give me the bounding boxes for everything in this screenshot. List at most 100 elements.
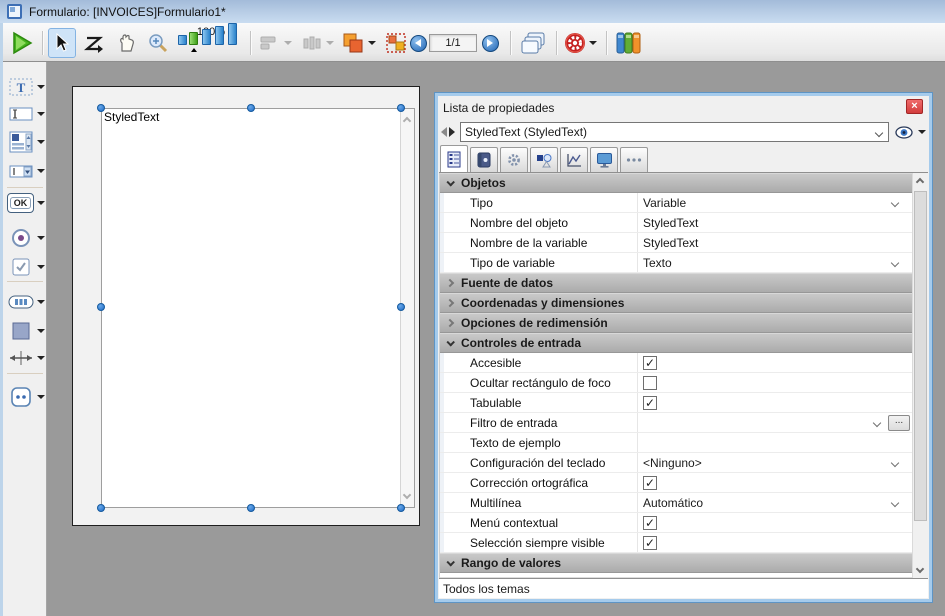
zoom-bar-400[interactable] [215, 26, 224, 45]
multilinea-value-dropdown[interactable]: Automático [637, 493, 912, 512]
explorer-button[interactable] [612, 28, 644, 58]
run-form-button[interactable] [8, 28, 36, 58]
check-box-tool-caret[interactable] [37, 265, 45, 269]
panel-scrollbar[interactable] [912, 173, 928, 578]
combo-box-tool[interactable] [7, 159, 47, 183]
scroll-up-icon[interactable] [403, 117, 411, 125]
panel-header[interactable]: Lista de propiedades × [439, 97, 928, 119]
rectangle-tool[interactable] [7, 319, 47, 343]
scroll-down-icon[interactable] [403, 491, 411, 499]
next-page-button[interactable] [480, 28, 500, 58]
section-coordenadas[interactable]: Coordenadas y dimensiones [440, 293, 912, 313]
button-tool-caret[interactable] [37, 201, 45, 205]
tab-objects[interactable] [470, 147, 498, 172]
nombre-objeto-value[interactable]: StyledText [637, 213, 912, 232]
tab-events[interactable] [560, 147, 588, 172]
combo-box-tool-caret[interactable] [37, 169, 45, 173]
zoom-bar-800[interactable] [228, 23, 237, 45]
texto-ejemplo-value[interactable] [637, 433, 912, 452]
tabulable-checkbox[interactable]: ✓ [643, 396, 657, 410]
ortografica-checkbox[interactable]: ✓ [643, 476, 657, 490]
tab-all-properties[interactable] [440, 145, 468, 172]
next-object-icon[interactable] [449, 127, 455, 137]
distribute-icon [301, 34, 323, 52]
tipo-variable-value-dropdown[interactable]: Texto [637, 253, 912, 272]
check-box-tool[interactable] [7, 255, 47, 279]
button-grid-tool[interactable] [7, 290, 47, 314]
splitter-tool[interactable] [7, 346, 47, 370]
zoom-bar-100-current[interactable] [189, 32, 198, 45]
section-fuente-de-datos[interactable]: Fuente de datos [440, 273, 912, 293]
form-canvas[interactable]: StyledText [72, 86, 420, 526]
close-button[interactable]: × [906, 99, 923, 114]
scrollbar-thumb[interactable] [914, 191, 927, 521]
move-hand-button[interactable] [112, 28, 140, 58]
list-box-tool-caret[interactable] [37, 140, 45, 144]
text-tool-caret[interactable] [37, 85, 45, 89]
accesible-checkbox[interactable]: ✓ [643, 356, 657, 370]
levels-dropdown-caret[interactable] [368, 41, 376, 45]
input-tool[interactable] [7, 102, 47, 126]
section-objetos[interactable]: Objetos [440, 173, 912, 193]
scroll-down-icon[interactable] [916, 565, 924, 573]
input-tool-caret[interactable] [37, 112, 45, 116]
selection-handle-ne[interactable] [397, 104, 405, 112]
styled-text-object[interactable]: StyledText [101, 108, 415, 508]
section-title: Controles de entrada [461, 336, 581, 350]
previous-page-button[interactable] [408, 28, 428, 58]
view-options-button[interactable] [895, 126, 926, 139]
tipo-value-dropdown[interactable]: Variable [637, 193, 912, 212]
button-grid-icon [8, 295, 34, 309]
teclado-value-dropdown[interactable]: <Ninguno> [637, 453, 912, 472]
section-controles-de-entrada[interactable]: Controles de entrada [440, 333, 912, 353]
properties-dropdown-caret[interactable] [589, 41, 597, 45]
selection-handle-e[interactable] [397, 303, 405, 311]
nombre-variable-value[interactable]: StyledText [637, 233, 912, 252]
form-pages-button[interactable] [518, 28, 550, 58]
seleccion-visible-checkbox[interactable]: ✓ [643, 536, 657, 550]
object-selector-combo[interactable]: StyledText (StyledText) [460, 122, 889, 142]
rectangle-tool-caret[interactable] [37, 329, 45, 333]
filtro-more-button[interactable]: ... [888, 415, 910, 431]
zoom-bar-50[interactable] [178, 35, 187, 45]
button-grid-tool-caret[interactable] [37, 300, 45, 304]
view-options-caret[interactable] [918, 130, 926, 134]
previous-object-icon[interactable] [441, 127, 447, 137]
entry-order-button[interactable] [80, 28, 108, 58]
section-rango-de-valores[interactable]: Rango de valores [440, 553, 912, 573]
chevron-down-icon [891, 259, 899, 267]
zoom-tool-button[interactable] [144, 28, 172, 58]
tab-shapes[interactable] [530, 147, 558, 172]
pointer-tool-button[interactable] [48, 28, 76, 58]
radio-button-tool[interactable] [7, 226, 47, 250]
chevron-down-icon [891, 459, 899, 467]
selection-handle-nw[interactable] [97, 104, 105, 112]
property-list-icon [446, 151, 462, 168]
selection-handle-s[interactable] [247, 504, 255, 512]
selection-handle-sw[interactable] [97, 504, 105, 512]
scroll-up-icon[interactable] [916, 178, 924, 186]
form-properties-button[interactable] [562, 28, 598, 58]
property-label: Multilínea [440, 496, 637, 510]
tab-appearance[interactable] [500, 147, 528, 172]
text-tool[interactable]: T [7, 75, 47, 99]
radio-button-tool-caret[interactable] [37, 236, 45, 240]
selection-handle-n[interactable] [247, 104, 255, 112]
splitter-tool-caret[interactable] [37, 356, 45, 360]
tab-display[interactable] [590, 147, 618, 172]
selection-handle-w[interactable] [97, 303, 105, 311]
plugin-area-tool[interactable] [7, 385, 47, 409]
zoom-bar-200[interactable] [202, 29, 211, 45]
plugin-area-tool-caret[interactable] [37, 395, 45, 399]
move-level-button[interactable] [338, 28, 378, 58]
menu-contextual-checkbox[interactable]: ✓ [643, 516, 657, 530]
selection-handle-se[interactable] [397, 504, 405, 512]
ocultar-foco-checkbox[interactable] [643, 376, 657, 390]
list-box-tool[interactable] [7, 130, 47, 154]
filtro-entrada-value-dropdown[interactable]: ... [637, 413, 912, 432]
title-bar: Formulario: [INVOICES]Formulario1* [0, 0, 945, 23]
button-tool[interactable]: OK [7, 191, 47, 215]
tab-more[interactable] [620, 147, 648, 172]
section-title: Objetos [461, 176, 506, 190]
section-redimension[interactable]: Opciones de redimensión [440, 313, 912, 333]
